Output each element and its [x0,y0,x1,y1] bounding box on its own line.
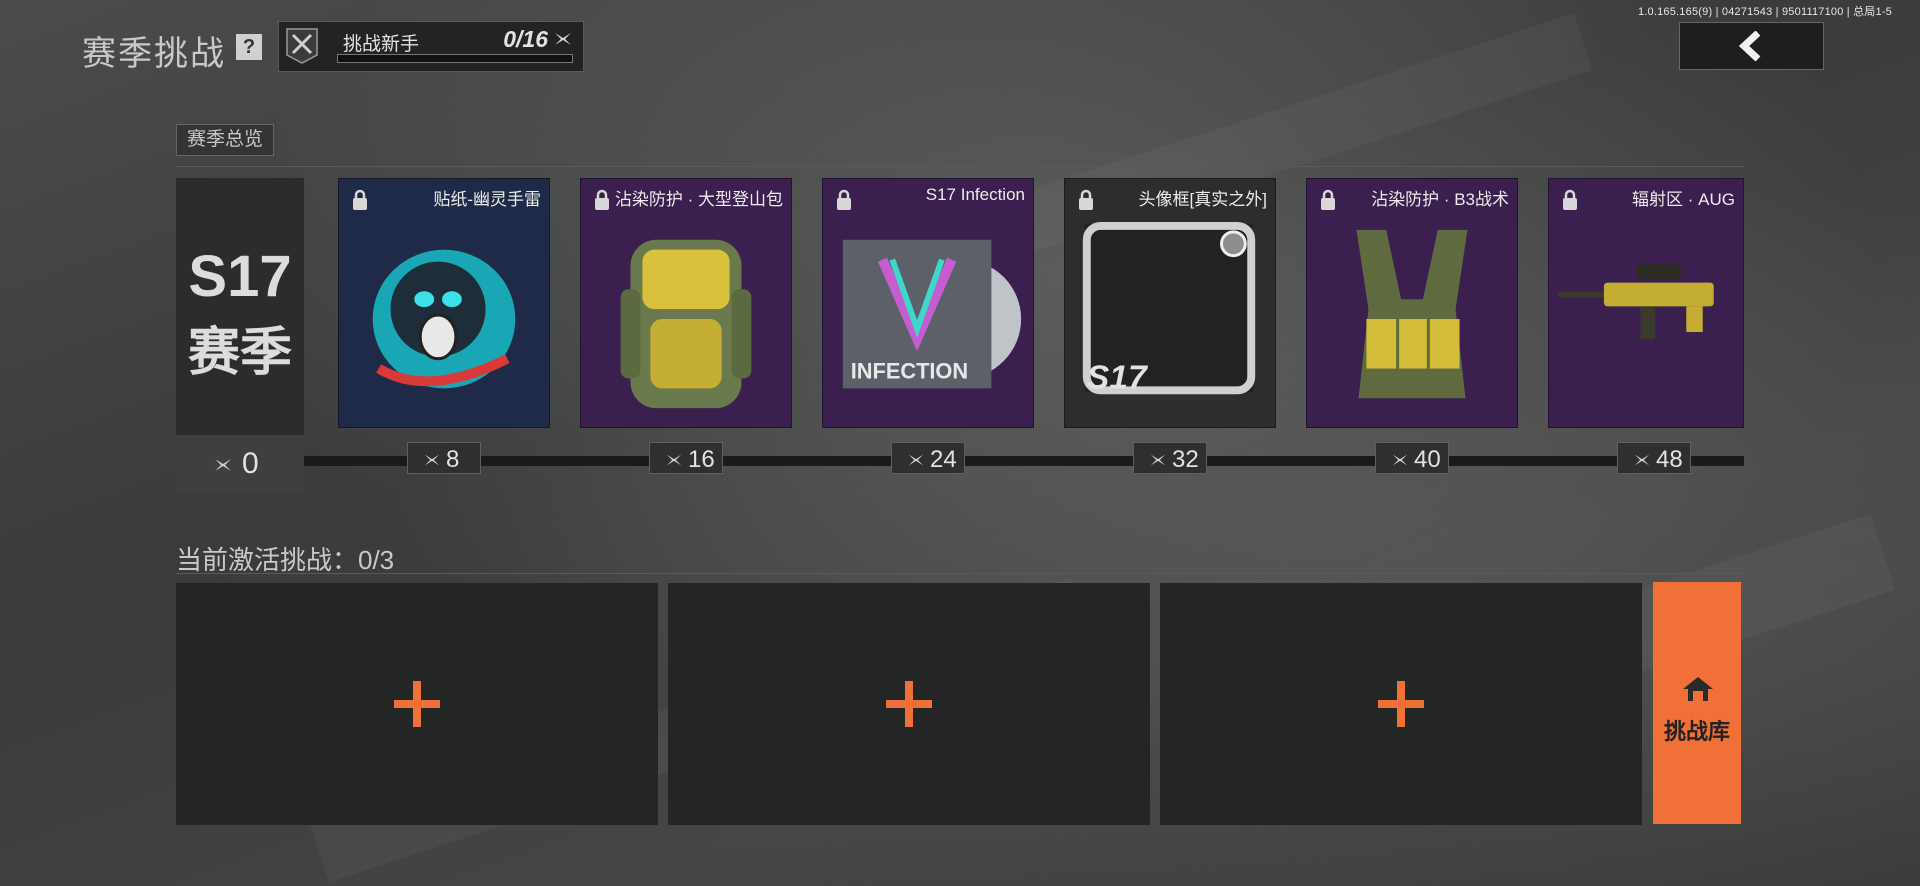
star-icon [215,459,231,471]
crossed-blades-icon [286,28,318,64]
season-star-count: 0 [176,435,304,491]
reward-star-badge: 48 [1617,442,1691,474]
svg-text:INFECTION: INFECTION [851,358,968,383]
reward-card[interactable]: 辐射区 · AUG [1548,178,1744,428]
reward-star-value: 32 [1172,446,1199,473]
challenge-slot[interactable] [668,583,1150,825]
star-icon [666,454,682,466]
reward-card[interactable]: 头像框[真实之外] S17 [1064,178,1276,428]
reward-track [304,456,1744,466]
star-icon [1150,454,1166,466]
reward-card[interactable]: S17 Infection INFECTION [822,178,1034,428]
reward-card[interactable]: 贴纸-幽灵手雷 [338,178,550,428]
page-title: 赛季挑战 [82,35,226,73]
reward-star-badge: 16 [649,442,723,474]
reward-star-value: 16 [688,446,715,473]
reward-star-value: 8 [446,446,460,473]
lock-icon [837,189,851,210]
season-name: 赛季 [187,324,292,382]
reward-card[interactable]: 沾染防护 · 大型登山包 [580,178,792,428]
star-icon [424,454,440,466]
reward-card[interactable]: 沾染防护 · B3战术 [1306,178,1518,428]
reward-star-badge: 40 [1375,442,1449,474]
challenge-level-count: 0/16 [503,26,548,52]
lock-icon [1079,189,1093,210]
lock-icon [1321,189,1335,210]
backpack-icon [620,239,752,409]
plus-icon [1378,681,1424,727]
reward-star-value: 40 [1414,446,1441,473]
plus-icon [394,681,440,727]
infection-card-icon: INFECTION [842,239,1022,389]
reward-star-badge: 32 [1133,442,1207,474]
reward-label: 头像框[真实之外] [1138,190,1267,209]
season-code: S17 [188,244,292,309]
season-tile: S17 赛季 0 [176,178,304,491]
home-icon [1683,677,1713,701]
reward-star-badge: 8 [407,442,481,474]
chevron-left-icon [1738,31,1761,61]
help-button[interactable]: ? [236,34,262,60]
reward-label: S17 Infection [925,185,1025,204]
challenge-slot[interactable] [176,583,658,825]
rifle-icon [1558,264,1714,340]
reward-label: 贴纸-幽灵手雷 [433,190,541,209]
ghost-grenade-sticker-icon [372,249,516,389]
season-overview-tab[interactable]: 赛季总览 [176,124,275,156]
reward-label: 辐射区 · AUG [1632,190,1735,209]
challenge-slot[interactable] [1160,583,1642,825]
tactical-vest-icon [1356,229,1468,399]
challenge-library-button[interactable]: 挑战库 [1653,582,1741,824]
challenge-level-progress [337,54,573,63]
divider [176,573,1744,574]
divider [176,166,1744,167]
reward-label: 沾染防护 · B3战术 [1371,190,1509,209]
season-stars-value: 0 [242,447,259,480]
reward-star-value: 24 [930,446,957,473]
challenge-library-label: 挑战库 [1663,719,1730,744]
lock-icon [1563,189,1577,210]
version-info: 1.0.165.165(9) | 04271543 | 9501117100 |… [1637,6,1892,18]
lock-icon [353,189,367,210]
lock-icon [595,189,609,210]
active-challenges-label: 当前激活挑战：0/3 [176,545,395,575]
star-icon [1392,454,1408,466]
reward-label: 沾染防护 · 大型登山包 [614,190,783,209]
reward-star-value: 48 [1656,446,1683,473]
avatar-frame-icon: S17 [1082,221,1256,396]
challenge-level-name: 挑战新手 [343,34,420,55]
star-icon [908,454,924,466]
challenge-level-panel[interactable]: 挑战新手 0/16 [278,21,584,72]
plus-icon [886,681,932,727]
star-icon [1634,454,1650,466]
reward-star-badge: 24 [891,442,965,474]
back-button[interactable] [1679,22,1824,70]
svg-text:S17: S17 [1087,359,1149,396]
star-icon [555,33,571,45]
